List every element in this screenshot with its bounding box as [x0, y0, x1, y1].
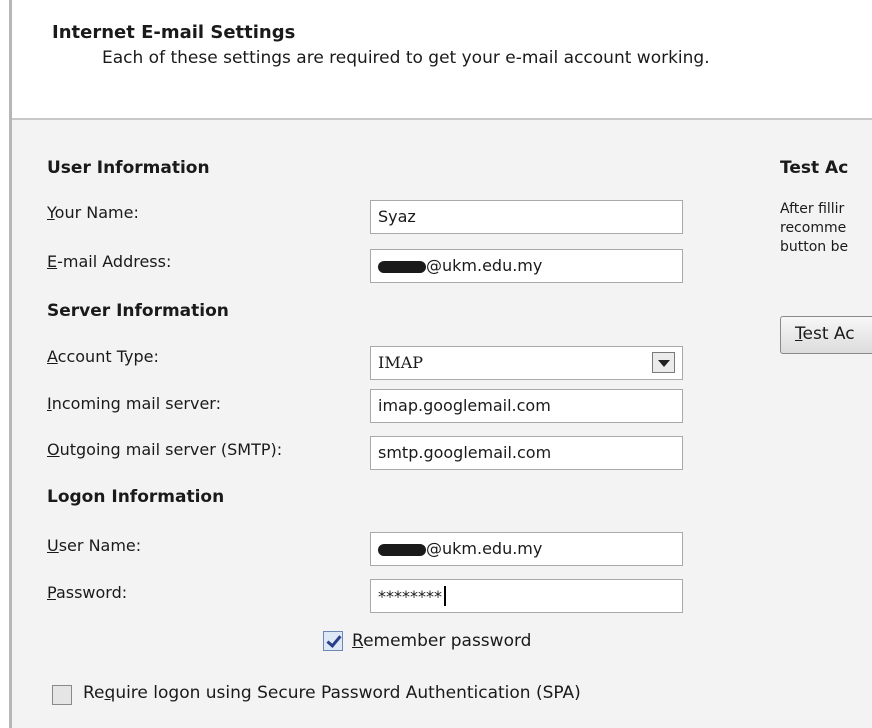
logon-information-heading: Logon Information	[47, 487, 225, 507]
incoming-mail-server-label: Incoming mail server:	[47, 394, 221, 413]
account-type-label: Account Type:	[47, 347, 159, 366]
require-spa-label[interactable]: Require logon using Secure Password Auth…	[83, 683, 581, 703]
test-account-description: After fillir recomme button be	[780, 201, 849, 255]
page-title: Internet E-mail Settings	[52, 22, 296, 43]
outgoing-mail-server-label: Outgoing mail server (SMTP):	[47, 440, 283, 459]
text-cursor	[444, 586, 446, 606]
server-information-heading: Server Information	[47, 301, 229, 321]
redaction-mark	[378, 543, 426, 556]
remember-password-label[interactable]: Remember password	[352, 631, 531, 651]
outgoing-mail-server-input[interactable]: smtp.googlemail.com	[370, 436, 683, 470]
user-information-heading: User Information	[47, 158, 210, 178]
user-name-input[interactable]: @ukm.edu.my	[370, 532, 683, 566]
test-account-heading: Test Ac	[780, 158, 849, 178]
password-input[interactable]: ********	[370, 579, 683, 613]
wizard-header: Internet E-mail Settings Each of these s…	[12, 0, 872, 118]
password-label: Password:	[47, 583, 128, 602]
user-name-label: User Name:	[47, 536, 142, 555]
redaction-mark	[378, 260, 426, 273]
page-subtitle: Each of these settings are required to g…	[102, 48, 710, 68]
remember-password-checkbox[interactable]	[323, 631, 343, 651]
email-address-input[interactable]: @ukm.edu.my	[370, 249, 683, 283]
your-name-label: Your Name:	[47, 203, 139, 222]
chevron-down-icon[interactable]	[652, 352, 675, 373]
require-spa-checkbox[interactable]	[52, 685, 72, 705]
email-address-label: E-mail Address:	[47, 252, 172, 271]
your-name-input[interactable]: Syaz	[370, 200, 683, 234]
account-type-select[interactable]: IMAP	[370, 346, 683, 380]
test-account-settings-button[interactable]: Test Ac	[780, 316, 872, 354]
incoming-mail-server-input[interactable]: imap.googlemail.com	[370, 389, 683, 423]
